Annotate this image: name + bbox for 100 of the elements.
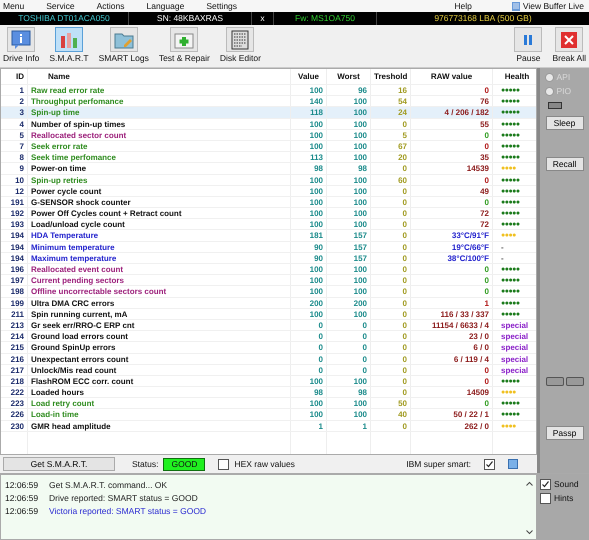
radio-button[interactable]	[544, 72, 554, 82]
table-cell: 100	[327, 219, 371, 230]
table-cell: 16	[371, 85, 411, 96]
column-header[interactable]: RAW value	[411, 69, 493, 84]
column-header[interactable]: ID	[1, 69, 28, 84]
table-row[interactable]: 214 Ground load errors count 0 0 0 23 / 0 special	[1, 331, 536, 342]
table-cell: 19°C/66°F	[411, 242, 493, 252]
table-cell: Unexpectant errors count	[28, 354, 291, 364]
radio-button[interactable]	[544, 86, 554, 96]
close-drive-button[interactable]: x	[252, 12, 274, 25]
toolbar-button[interactable]: Disk Editor	[220, 27, 261, 63]
column-header[interactable]: Name	[28, 69, 291, 84]
table-row[interactable]: 217 Unlock/Mis read count 0 0 0 0 special	[1, 364, 536, 376]
table-row[interactable]: 215 Ground SpinUp errors 0 0 0 6 / 0 special	[1, 342, 536, 354]
table-cell: 0	[371, 230, 411, 241]
view-buffer-live-link[interactable]: View Buffer Live	[522, 1, 584, 11]
table-cell: 100	[327, 308, 371, 319]
scroll-down-icon[interactable]	[526, 530, 533, 535]
toolbar-button[interactable]: Break All	[552, 27, 586, 63]
table-cell: 1	[411, 298, 493, 308]
table-cell: 0	[327, 331, 371, 342]
checkbox[interactable]	[540, 492, 551, 504]
table-cell: 0	[411, 376, 493, 386]
table-cell: 215	[1, 342, 28, 352]
checkbox[interactable]	[540, 478, 551, 490]
table-cell: 38°C/100°F	[411, 252, 493, 263]
small-button-icon[interactable]	[566, 377, 584, 386]
table-cell: 0	[371, 275, 411, 286]
table-cell: 1	[327, 420, 371, 431]
column-header[interactable]: Worst	[327, 69, 371, 84]
table-row[interactable]: 194 Minimum temperature 90 157 0 19°C/66°F -	[1, 242, 536, 253]
table-cell: 40	[371, 409, 411, 420]
table-row[interactable]: 194 Maximum temperature 90 157 0 38°C/100°F -	[1, 252, 536, 264]
table-cell: 0	[327, 364, 371, 375]
column-header[interactable]: Health	[493, 69, 536, 84]
table-cell: 200	[327, 298, 371, 308]
table-cell: 222	[1, 387, 28, 398]
table-cell: Offline uncorrectable sectors count	[28, 286, 291, 297]
recall-button[interactable]: Recall	[546, 157, 584, 171]
table-cell: 7	[1, 140, 28, 152]
table-cell: 6 / 0	[411, 342, 493, 352]
table-row[interactable]: 216 Unexpectant errors count 0 0 0 6 / 119 / 4 special	[1, 354, 536, 365]
table-cell: 223	[1, 398, 28, 408]
table-cell: Number of spin-up times	[28, 118, 291, 129]
health-cell-text: -	[500, 252, 505, 263]
toolbar-button[interactable]: Test & Repair	[158, 27, 210, 63]
table-cell: 216	[1, 354, 28, 364]
menu-item[interactable]: Menu	[3, 1, 24, 11]
table-cell: 33°C/91°F	[411, 230, 493, 241]
table-cell: 100	[291, 376, 327, 386]
menu-item[interactable]: Settings	[206, 1, 238, 11]
menu-item[interactable]: Service	[46, 1, 75, 11]
menu-item[interactable]: Help	[454, 1, 472, 11]
small-button-icon[interactable]	[546, 377, 564, 386]
table-cell: 0	[371, 264, 411, 274]
table-row[interactable]: 213 Gr seek err/RRO-C ERP cnt 0 0 0 11154 / 6633 / 4 special	[1, 320, 536, 332]
toolbar-button[interactable]: Pause	[514, 27, 542, 63]
health-cell-text: special	[500, 320, 530, 330]
table-cell: 100	[327, 398, 371, 408]
table-cell: Loaded hours	[28, 387, 291, 398]
table-cell: 194	[1, 252, 28, 263]
pause-icon	[523, 34, 534, 44]
table-cell: 49	[411, 186, 493, 196]
table-cell: 100	[291, 118, 327, 129]
table-cell: 100	[327, 174, 371, 185]
table-cell: 98	[327, 163, 371, 174]
table-cell: 0	[411, 264, 493, 274]
table-cell: 0	[291, 364, 327, 375]
table-cell: 100	[291, 398, 327, 408]
column-header[interactable]: Value	[291, 69, 327, 84]
table-cell: 0	[291, 320, 327, 330]
table-cell: 193	[1, 219, 28, 230]
table-cell: 0	[371, 342, 411, 352]
checkbox-label: Hints	[554, 493, 574, 503]
scroll-up-icon[interactable]	[526, 481, 533, 486]
passp-button[interactable]: Passp	[546, 426, 584, 440]
table-cell: 0	[371, 286, 411, 297]
sleep-button[interactable]: Sleep	[546, 116, 584, 130]
table-cell: 0	[371, 252, 411, 263]
table-cell: 211	[1, 308, 28, 319]
table-cell: 14509	[411, 387, 493, 398]
menu-item[interactable]: Language	[146, 1, 184, 11]
table-cell: 98	[291, 163, 327, 174]
checkbox[interactable]	[484, 458, 495, 470]
table-cell: 226	[1, 409, 28, 420]
table-cell: 100	[327, 196, 371, 208]
get-smart-button[interactable]: Get S.M.A.R.T.	[3, 457, 115, 471]
table-cell: Power-on time	[28, 163, 291, 174]
table-cell: 0	[327, 342, 371, 352]
table-cell: 10	[1, 174, 28, 185]
table-cell: 0	[411, 130, 493, 140]
toolbar-button[interactable]: S.M.A.R.T	[49, 27, 89, 63]
table-cell: Reallocated event count	[28, 264, 291, 274]
table-cell: 0	[291, 354, 327, 364]
table-cell: Ground load errors count	[28, 331, 291, 342]
toolbar-button[interactable]: SMART Logs	[98, 27, 149, 63]
toolbar-button[interactable]: Drive Info	[3, 27, 40, 63]
checkbox[interactable]	[218, 458, 230, 470]
column-header[interactable]: Treshold	[371, 69, 411, 84]
menu-item[interactable]: Actions	[96, 1, 124, 11]
